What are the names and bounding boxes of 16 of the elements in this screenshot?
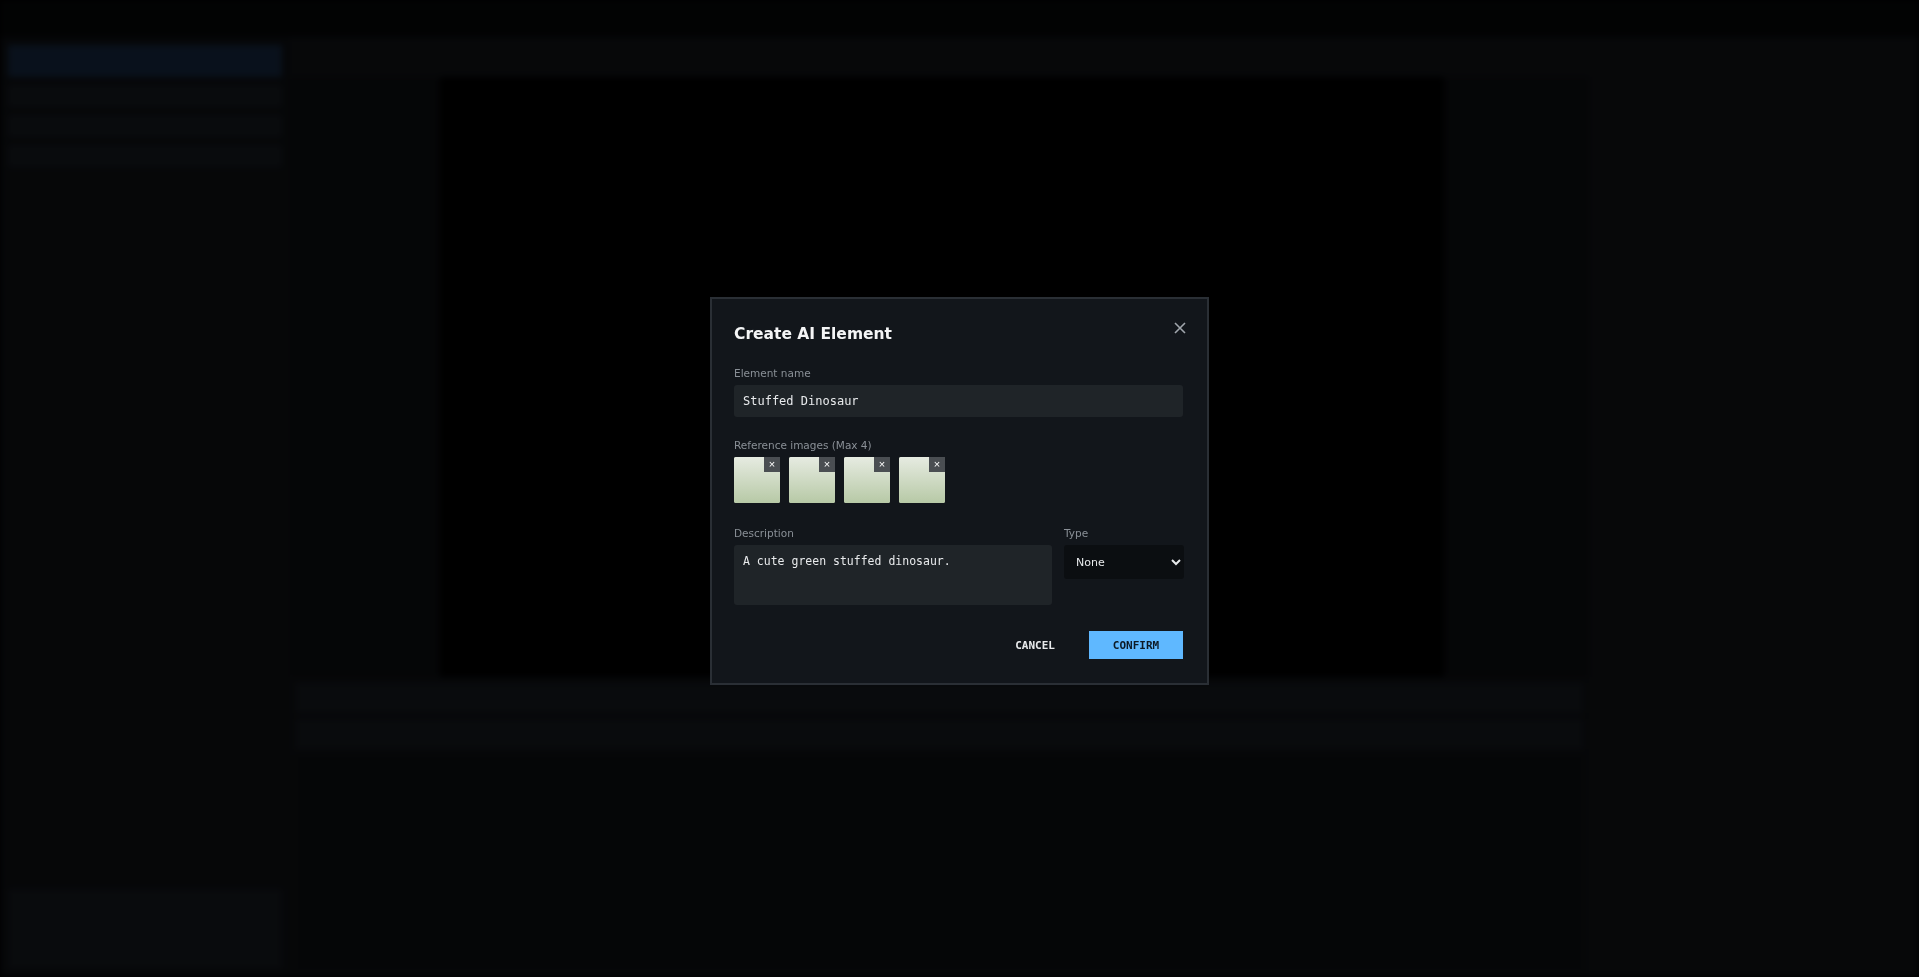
remove-image-button[interactable]: ×: [874, 457, 890, 472]
remove-image-button[interactable]: ×: [819, 457, 835, 472]
confirm-button[interactable]: CONFIRM: [1089, 631, 1183, 659]
field-label: Reference images (Max 4): [734, 439, 872, 451]
name-input-field[interactable]: Stuffed Dinosaur: [734, 385, 1183, 417]
remove-image-button[interactable]: ×: [764, 457, 780, 472]
remove-image-button[interactable]: ×: [929, 457, 945, 472]
field-label: Description: [734, 527, 794, 539]
dialog-title: Create AI Element: [734, 325, 892, 343]
close-icon: [1173, 321, 1187, 335]
field-label: Element name: [734, 367, 811, 379]
description-text-area[interactable]: A cute green stuffed dinosaur.: [734, 545, 1052, 605]
type-dropdown[interactable]: None: [1064, 545, 1184, 579]
close-button[interactable]: [1173, 321, 1187, 335]
field-label: Type: [1064, 527, 1089, 539]
cancel-button[interactable]: CANCEL: [1001, 631, 1069, 659]
